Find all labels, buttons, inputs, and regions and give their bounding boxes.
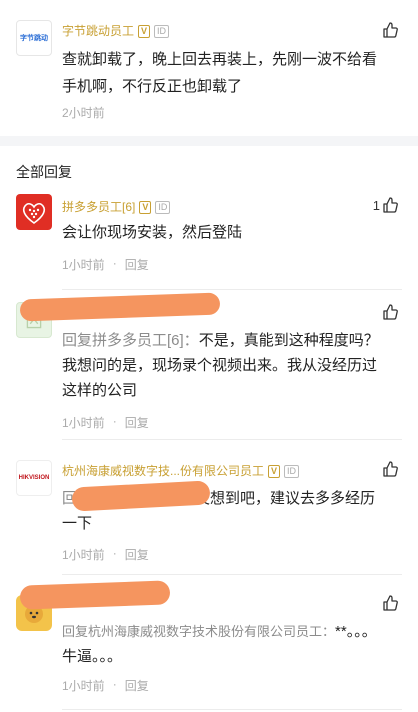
like-button[interactable]: 1 [373, 197, 398, 213]
id-badge: ID [284, 465, 300, 478]
all-replies-title: 全部回复 [16, 164, 72, 180]
verified-badge: V [138, 25, 151, 38]
like-button[interactable] [382, 304, 398, 320]
verified-badge: V [268, 465, 281, 478]
section-divider [0, 136, 418, 146]
reply-time: 1小时前 [62, 548, 105, 562]
thumbs-up-icon [383, 595, 398, 611]
main-post: 字节跳动 字节跳动员工 V ID 查就卸载了，晚上回去再装上，先刚一波不给看手机啊，… [0, 0, 418, 136]
thumbs-up-icon [383, 304, 398, 320]
meta-dot: · [112, 546, 117, 560]
reply-button[interactable]: 回复 [125, 546, 149, 563]
reply-reference[interactable]: 回复杭州海康威视数字技术股份有限公司员工： [62, 624, 335, 639]
reply-item: 回复杭州海康威视数字技术股份有限公司员工：**。。。牛逼。。。 1小时前 · 回… [0, 575, 418, 712]
thumbs-up-icon [383, 197, 398, 213]
reply-time: 1小时前 [62, 258, 105, 272]
meta-dot: · [112, 256, 117, 270]
reply-content: 回复拼多多员工[6]：不是，真能到这种程度吗？我想问的是，现场录个视频出来。我从… [62, 328, 382, 403]
hikvision-avatar[interactable]: HIKVISION [16, 460, 52, 496]
like-button[interactable] [382, 22, 398, 38]
reply-item: HIKVISION 杭州海康威视数字技...份有限公司员工 V ID 回没想到吧，建… [0, 440, 418, 575]
reply-author[interactable]: 杭州海康威视数字技...份有限公司员工 V ID [62, 462, 300, 479]
post-content: 查就卸载了，晚上回去再装上，先刚一波不给看手机啊，不行反正也卸载了 [62, 51, 378, 95]
like-button[interactable] [382, 461, 398, 477]
id-badge: ID [154, 25, 170, 38]
reply-meta: 1小时前 · 回复 [62, 256, 149, 273]
meta-dot: · [112, 677, 117, 691]
pinduoduo-logo-icon [22, 202, 46, 224]
reply-author-label: 拼多多员工[6] [62, 200, 136, 214]
author-name[interactable]: 字节跳动员工 V ID [62, 22, 170, 39]
reply-meta: 1小时前 · 回复 [62, 677, 149, 694]
reply-author[interactable]: 拼多多员工[6] V ID [62, 198, 171, 215]
reply-reference[interactable]: 回复拼多多员工[6]： [62, 332, 199, 349]
like-count: 1 [372, 197, 380, 213]
author-avatar[interactable]: 字节跳动 [16, 20, 52, 56]
verified-badge: V [139, 201, 152, 214]
reply-divider [62, 709, 402, 710]
reply-button[interactable]: 回复 [125, 414, 149, 431]
reply-meta: 1小时前 · 回复 [62, 414, 149, 431]
meta-dot: · [112, 414, 117, 428]
redaction-scribble [19, 580, 171, 610]
reply-author-label: 杭州海康威视数字技...份有限公司员工 [62, 464, 265, 478]
reply-button[interactable]: 回复 [125, 256, 149, 273]
hikvision-logo: HIKVISION [18, 475, 50, 481]
author-name-label: 字节跳动员工 [62, 24, 135, 38]
reply-item: 回复拼多多员工[6]：不是，真能到这种程度吗？我想问的是，现场录个视频出来。我从… [0, 290, 418, 440]
reply-button[interactable]: 回复 [125, 677, 149, 694]
reply-item: 拼多多员工[6] V ID 1 会让你现场安装，然后登陆 1小时前 · 回复 [0, 190, 418, 290]
id-badge: ID [155, 201, 171, 214]
reply-meta: 1小时前 · 回复 [62, 546, 149, 563]
pinduoduo-avatar[interactable] [16, 194, 52, 230]
reply-time: 1小时前 [62, 416, 105, 430]
reply-time: 1小时前 [62, 679, 105, 693]
redaction-scribble [19, 292, 221, 322]
thumbs-up-icon [383, 461, 398, 477]
reply-content: 回复杭州海康威视数字技术股份有限公司员工：**。。。牛逼。。。 [62, 619, 382, 669]
like-button[interactable] [382, 595, 398, 611]
thumbs-up-icon [383, 22, 398, 38]
reply-content: 会让你现场安装，然后登陆 [62, 224, 243, 241]
post-time: 2小时前 [62, 106, 105, 120]
bytedance-logo: 字节跳动 [20, 35, 48, 42]
